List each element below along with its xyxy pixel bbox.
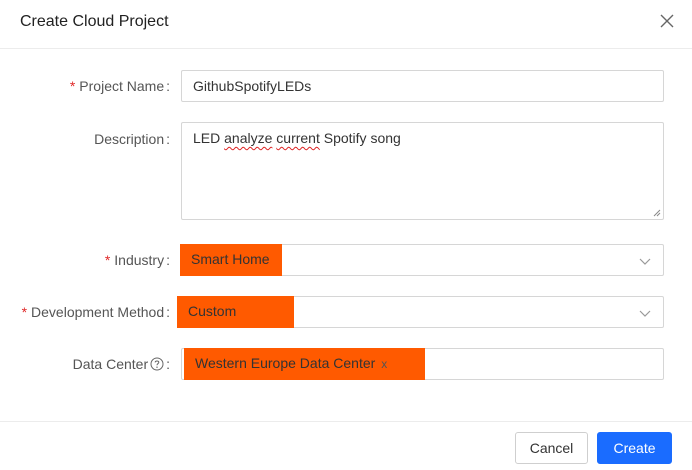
cancel-button[interactable]: Cancel bbox=[515, 432, 588, 464]
development-method-label: * Development Method: bbox=[21, 304, 170, 320]
chevron-down-icon bbox=[639, 310, 651, 317]
data-center-label: Data Center: bbox=[72, 356, 170, 372]
required-mark: * bbox=[104, 252, 111, 268]
dialog-footer: Cancel Create bbox=[0, 421, 692, 470]
tag-remove-icon[interactable]: x bbox=[381, 357, 387, 371]
dialog-title: Create Cloud Project bbox=[20, 13, 169, 30]
close-icon[interactable] bbox=[658, 12, 676, 30]
project-name-value: GithubSpotifyLEDs bbox=[193, 78, 312, 94]
required-mark: * bbox=[69, 78, 76, 94]
create-button[interactable]: Create bbox=[597, 432, 672, 464]
development-method-row: * Development Method: Custom bbox=[0, 296, 692, 328]
description-label: Description: bbox=[94, 131, 170, 147]
question-circle-icon[interactable] bbox=[150, 357, 164, 371]
spellcheck-word: current bbox=[276, 130, 320, 146]
development-method-value: Custom bbox=[177, 296, 294, 328]
resize-handle-icon[interactable] bbox=[652, 208, 661, 217]
industry-value: Smart Home bbox=[180, 244, 282, 276]
data-center-row: Data Center: Western Europe Data Center x bbox=[0, 348, 692, 380]
industry-row: * Industry: Smart Home bbox=[0, 244, 692, 276]
dialog-header: Create Cloud Project bbox=[0, 0, 692, 49]
industry-label: * Industry: bbox=[104, 252, 170, 268]
data-center-tag[interactable]: Western Europe Data Center x bbox=[184, 348, 425, 380]
project-name-label: * Project Name: bbox=[69, 78, 170, 94]
description-textarea[interactable]: LED analyze current Spotify song bbox=[181, 122, 664, 220]
project-name-row: * Project Name: GithubSpotifyLEDs bbox=[0, 70, 692, 102]
required-mark: * bbox=[21, 304, 28, 320]
project-name-input[interactable]: GithubSpotifyLEDs bbox=[181, 70, 664, 102]
chevron-down-icon bbox=[639, 258, 651, 265]
spellcheck-word: analyze bbox=[224, 130, 273, 146]
create-cloud-project-dialog: Create Cloud Project * Project Name: Gith… bbox=[0, 0, 692, 469]
description-row: Description: LED analyze current Spotify… bbox=[0, 122, 692, 220]
